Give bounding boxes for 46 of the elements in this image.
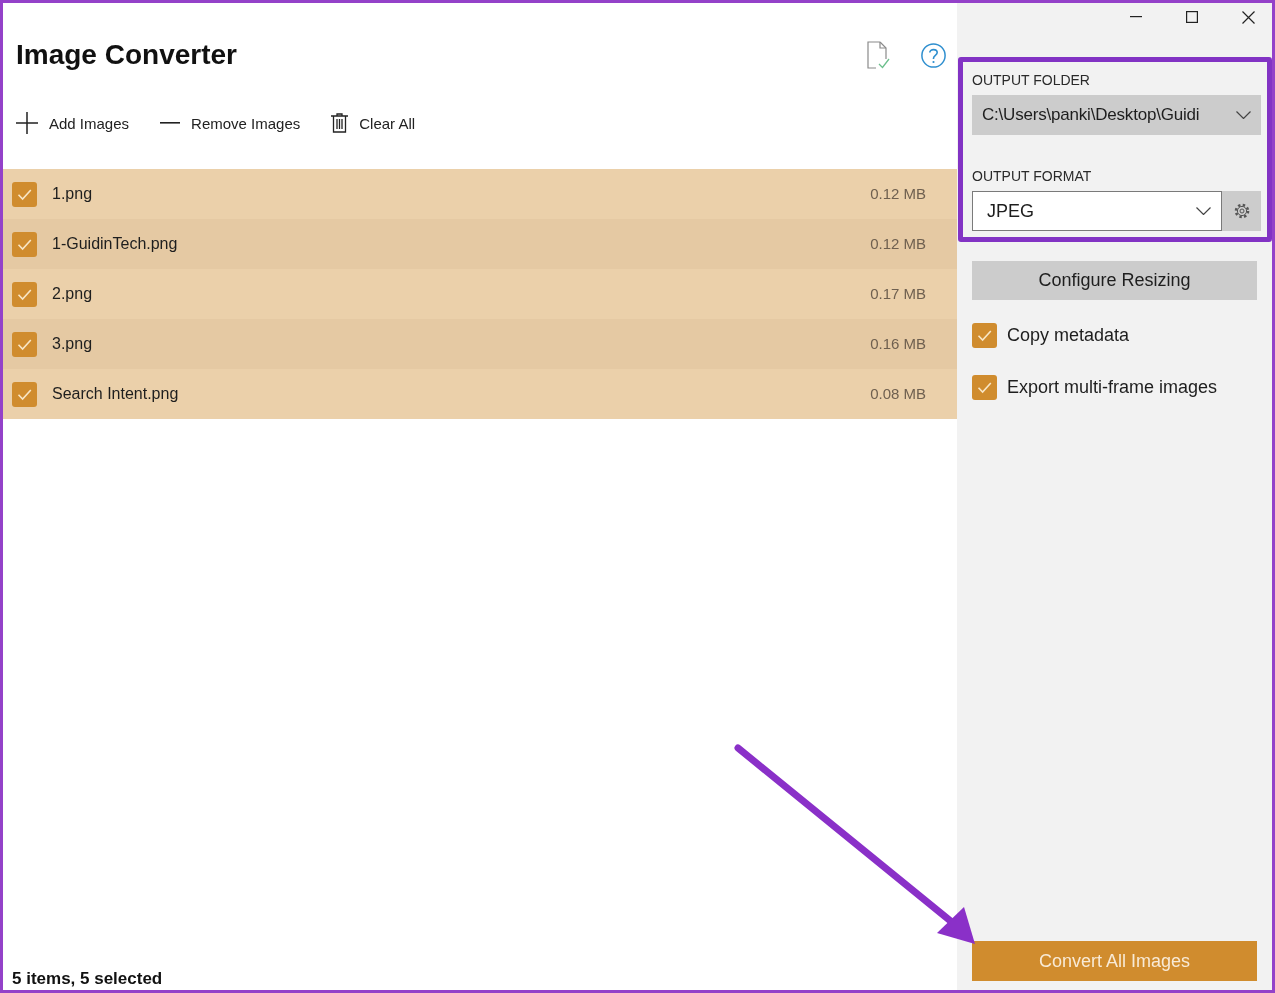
file-row[interactable]: Search Intent.png 0.08 MB: [3, 369, 957, 419]
remove-images-button[interactable]: Remove Images: [160, 115, 301, 131]
file-row[interactable]: 1.png 0.12 MB: [3, 169, 957, 219]
trash-icon: [331, 113, 349, 133]
file-row[interactable]: 3.png 0.16 MB: [3, 319, 957, 369]
chevron-down-icon: [1236, 111, 1251, 119]
file-row[interactable]: 2.png 0.17 MB: [3, 269, 957, 319]
file-row[interactable]: 1-GuidinTech.png 0.12 MB: [3, 219, 957, 269]
option-label: Export multi-frame images: [1007, 376, 1218, 399]
file-size: 0.12 MB: [870, 183, 926, 204]
help-icon[interactable]: [921, 42, 946, 68]
clear-all-button[interactable]: Clear All: [331, 113, 416, 133]
file-size: 0.12 MB: [870, 233, 926, 254]
app-title: Image Converter: [16, 41, 237, 69]
gear-icon: [1233, 203, 1250, 219]
checkbox[interactable]: [972, 323, 997, 348]
checkbox[interactable]: [12, 181, 37, 207]
file-size: 0.16 MB: [870, 333, 926, 354]
format-settings-button[interactable]: [1222, 191, 1261, 231]
file-size: 0.08 MB: [870, 383, 926, 404]
configure-resizing-button[interactable]: Configure Resizing: [972, 261, 1257, 300]
file-name: 1-GuidinTech.png: [52, 234, 178, 254]
checkbox[interactable]: [12, 331, 37, 357]
maximize-icon[interactable]: [1186, 11, 1198, 23]
checkbox[interactable]: [12, 231, 37, 257]
close-icon[interactable]: [1242, 10, 1255, 24]
checkbox[interactable]: [12, 381, 37, 407]
status-text: 5 items, 5 selected: [11, 969, 164, 990]
checkbox[interactable]: [12, 281, 37, 307]
file-name: 1.png: [52, 184, 93, 204]
output-folder-dropdown[interactable]: C:\Users\panki\Desktop\Guidi: [972, 95, 1261, 135]
plus-icon: [16, 112, 38, 134]
file-name: 3.png: [52, 334, 93, 354]
field-label: OUTPUT FORMAT: [972, 167, 1093, 185]
chevron-down-icon: [1196, 207, 1211, 215]
file-size: 0.17 MB: [870, 283, 926, 304]
minimize-icon[interactable]: [1130, 16, 1142, 18]
add-images-button[interactable]: Add Images: [16, 112, 130, 134]
output-format-dropdown[interactable]: JPEG: [972, 191, 1222, 231]
field-label: OUTPUT FOLDER: [972, 71, 1091, 89]
file-name: 2.png: [52, 284, 93, 304]
file-name: Search Intent.png: [52, 384, 179, 404]
file-check-icon[interactable]: [867, 41, 890, 69]
option-label: Copy metadata: [1007, 324, 1130, 347]
checkbox[interactable]: [972, 375, 997, 400]
minus-icon: [160, 122, 181, 124]
